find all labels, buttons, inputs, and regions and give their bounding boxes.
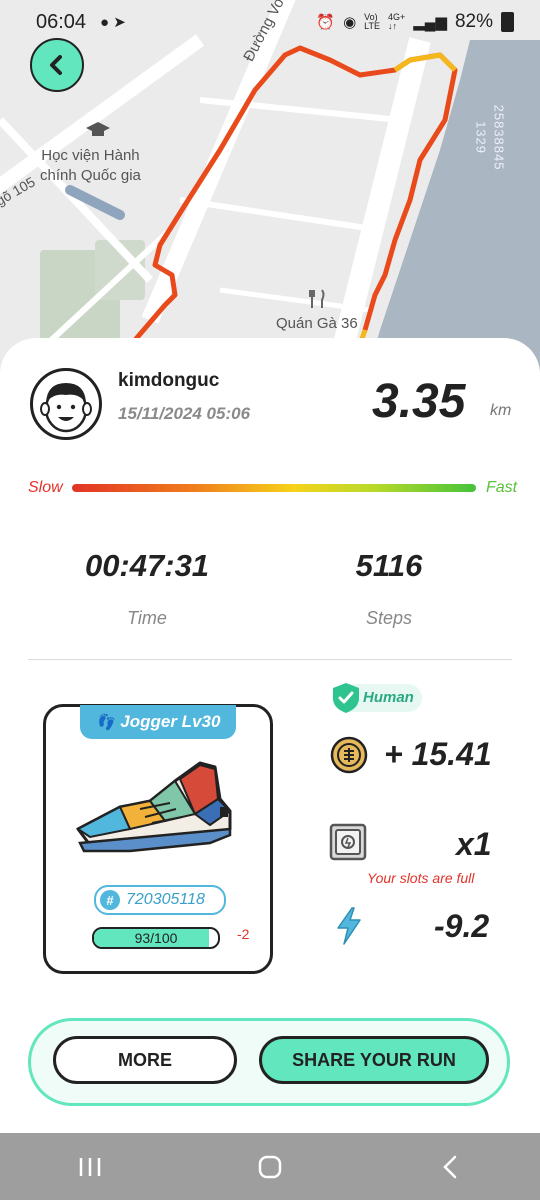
home-button[interactable] (240, 1154, 300, 1180)
battery-percent: 82% (454, 11, 493, 32)
battery-icon (501, 12, 514, 32)
volte-icon: Vo) LTE (364, 12, 380, 31)
speed-legend-fast: Fast (486, 479, 518, 496)
avatar[interactable] (30, 368, 102, 440)
map-label-restaurant: Quán Gà 36 (276, 315, 358, 332)
steps-label: Steps (365, 608, 413, 628)
recent-apps-icon (79, 1157, 101, 1176)
energy-value: -9.2 (434, 908, 490, 944)
system-nav-bar (0, 1133, 540, 1200)
human-badge-label: Human (363, 689, 414, 706)
speed-legend-slow: Slow (28, 479, 63, 496)
coin-icon (330, 736, 368, 774)
hash-icon: # (100, 890, 120, 910)
speed-gradient-bar (72, 484, 476, 492)
distance-unit: km (490, 402, 512, 419)
share-run-button[interactable]: SHARE YOUR RUN (259, 1036, 489, 1084)
durability-delta: -2 (237, 926, 250, 942)
human-verified-badge: Human (332, 683, 422, 713)
mystery-box-value: x1 (456, 826, 492, 862)
back-arrow-icon (443, 1155, 457, 1178)
alarm-icon: ⏰ (316, 14, 336, 31)
token-reward-value: + 15.41 (384, 736, 492, 772)
network-icon: 4G+ ↓↑ (388, 12, 406, 31)
slots-full-message: Your slots are full (367, 870, 475, 886)
status-bar: 06:04 ● ➤ ⏰ ◉ Vo) LTE 4G+ ↓↑ ▂▄▆ 82% (0, 0, 540, 44)
action-buttons: MORE SHARE YOUR RUN (28, 1018, 510, 1106)
map-label-code: 25838845 1329 (474, 104, 507, 171)
divider (28, 659, 512, 660)
durability-text: 93/100 (134, 930, 178, 946)
map-label-academy: Học viện Hành chính Quốc gia (40, 147, 141, 185)
back-button[interactable] (30, 38, 84, 92)
avatar-face-icon (40, 383, 92, 433)
sneaker-id-badge: # 720305118 (94, 885, 226, 915)
sneaker-icon (76, 761, 232, 853)
sneaker-id: 720305118 (126, 891, 205, 908)
message-icon: ● ➤ (100, 14, 126, 31)
status-time: 06:04 (36, 11, 87, 33)
mystery-box-icon[interactable] (328, 822, 368, 862)
signal-icon: ▂▄▆ (413, 14, 447, 31)
durability-bar: 93/100 (92, 927, 220, 949)
run-datetime: 15/11/2024 05:06 (118, 404, 251, 423)
steps-value: 5116 (355, 548, 423, 583)
run-summary-sheet: kimdonguc 15/11/2024 05:06 3.35 km Slow … (0, 338, 540, 1133)
sneaker-title: Jogger Lv30 (120, 712, 221, 731)
time-value: 00:47:31 (84, 548, 210, 583)
username: kimdonguc (118, 370, 220, 391)
recent-apps-button[interactable] (60, 1156, 120, 1178)
footprints-icon: 👣 (95, 714, 115, 731)
status-indicators: ⏰ ◉ Vo) LTE 4G+ ↓↑ ▂▄▆ 82% (316, 11, 514, 33)
home-icon (258, 1155, 282, 1178)
sneaker-level-tab: 👣 Jogger Lv30 (80, 705, 236, 739)
more-button[interactable]: MORE (53, 1036, 237, 1084)
chevron-left-icon (50, 55, 62, 75)
lightning-icon (337, 907, 361, 945)
time-label: Time (127, 608, 167, 628)
shield-check-icon (333, 683, 359, 713)
hotspot-icon: ◉ (343, 14, 357, 31)
back-nav-button[interactable] (420, 1154, 480, 1180)
distance-value: 3.35 (372, 375, 466, 428)
